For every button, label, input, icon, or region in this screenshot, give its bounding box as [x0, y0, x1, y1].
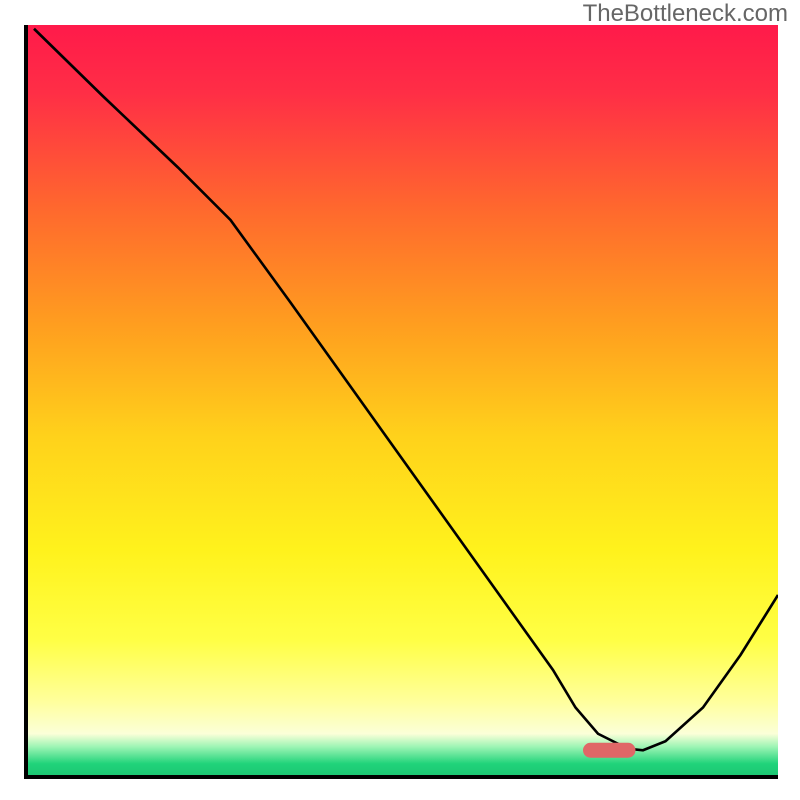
plot-area [24, 25, 778, 779]
marker-pill [28, 25, 778, 775]
chart-frame: TheBottleneck.com [0, 0, 800, 800]
watermark-text: TheBottleneck.com [583, 0, 788, 28]
